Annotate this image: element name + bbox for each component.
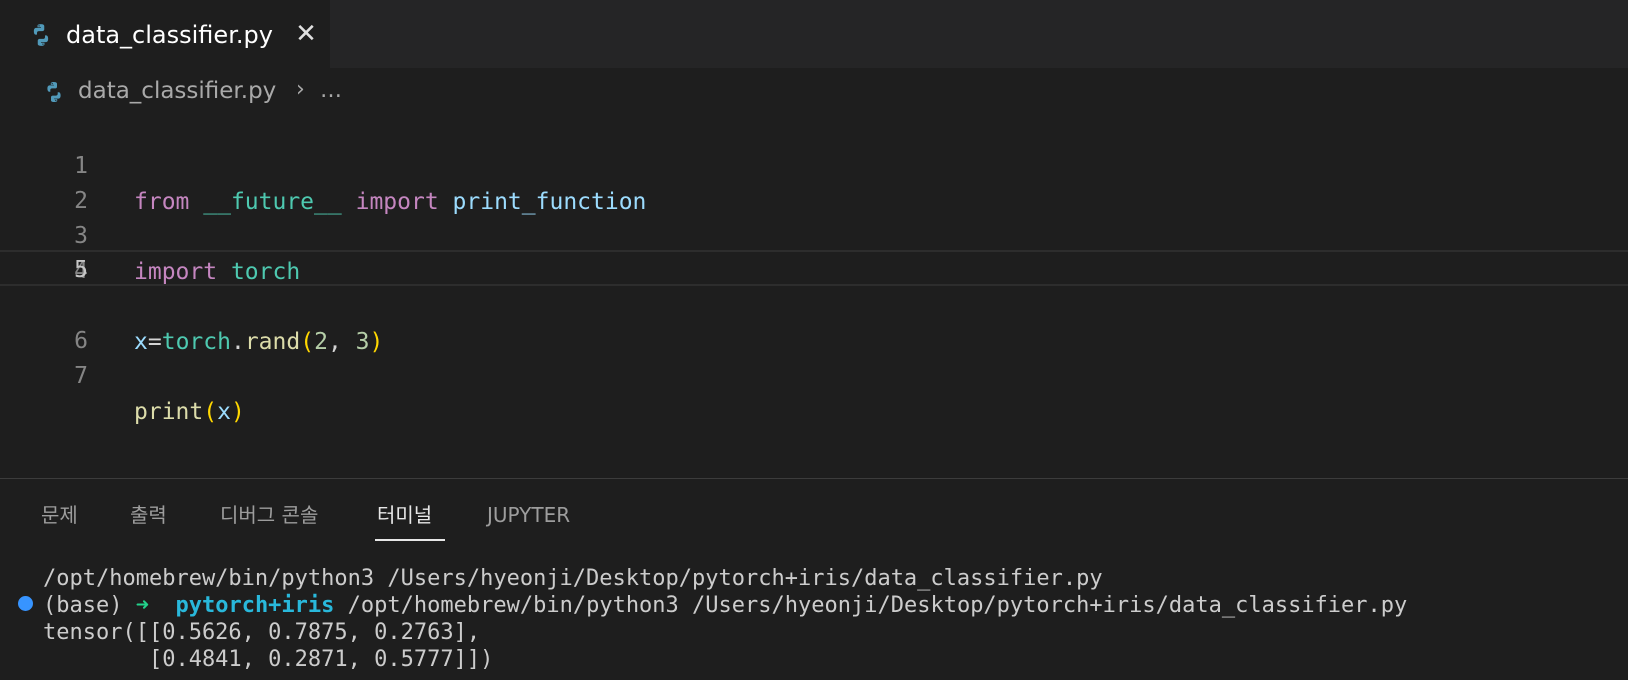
editor-tab-bar: data_classifier.py ✕ <box>0 0 1628 68</box>
code-line[interactable]: 4 <box>0 217 1628 284</box>
line-content: print(x) <box>134 394 245 430</box>
chevron-right-icon: › <box>296 77 305 102</box>
code-line[interactable]: 2 <box>0 147 1628 214</box>
close-icon[interactable]: ✕ <box>292 20 320 48</box>
tab-problems[interactable]: 문제 <box>41 501 78 529</box>
tab-label: data_classifier.py <box>66 21 273 49</box>
line-number: 5 <box>74 257 88 283</box>
python-icon <box>47 82 61 102</box>
function-token: print <box>134 399 204 425</box>
prompt-env: (base) <box>43 593 136 618</box>
bracket-token: ) <box>230 399 245 425</box>
tab-terminal[interactable]: 터미널 <box>377 501 432 529</box>
circle-dot-icon[interactable] <box>18 596 33 611</box>
code-line-current[interactable]: 5 x=torch.rand(2, 3) <box>0 250 1628 355</box>
breadcrumb: data_classifier.py › … <box>0 74 1628 108</box>
tab-jupyter[interactable]: JUPYTER <box>487 501 570 529</box>
tab-debug-console[interactable]: 디버그 콘솔 <box>220 501 318 529</box>
prompt-dir: pytorch+iris <box>175 593 335 618</box>
tab-output[interactable]: 출력 <box>130 501 167 529</box>
tab-data-classifier[interactable]: data_classifier.py ✕ <box>0 0 330 68</box>
breadcrumb-file[interactable]: data_classifier.py <box>78 77 276 105</box>
code-line[interactable]: 3 import torch <box>0 182 1628 285</box>
code-line[interactable]: 1 from __future__ import print_function <box>0 112 1628 215</box>
code-editor[interactable]: 1 from __future__ import print_function … <box>0 112 1628 478</box>
prompt-command: /opt/homebrew/bin/python3 /Users/hyeonji… <box>334 593 1408 618</box>
active-tab-indicator <box>375 539 445 541</box>
terminal-prompt-line: (base) ➜ pytorch+iris /opt/homebrew/bin/… <box>43 592 1407 620</box>
variable-token: x <box>217 399 231 425</box>
prompt-arrow-icon: ➜ <box>135 593 149 618</box>
code-line[interactable]: 7 print(x) <box>0 322 1628 425</box>
terminal-output-line: [0.4841, 0.2871, 0.5777]]) <box>43 647 494 672</box>
terminal-output-line: tensor([[0.5626, 0.7875, 0.2763], <box>43 620 481 645</box>
breadcrumb-symbols[interactable]: … <box>320 77 342 105</box>
code-line[interactable]: 6 <box>0 287 1628 354</box>
bottom-panel: 문제 출력 디버그 콘솔 터미널 JUPYTER /opt/homebrew/b… <box>0 478 1628 680</box>
python-icon <box>33 24 49 46</box>
bracket-token: ( <box>203 399 218 425</box>
line-number: 7 <box>74 363 88 389</box>
terminal-line: /opt/homebrew/bin/python3 /Users/hyeonji… <box>43 566 1103 591</box>
